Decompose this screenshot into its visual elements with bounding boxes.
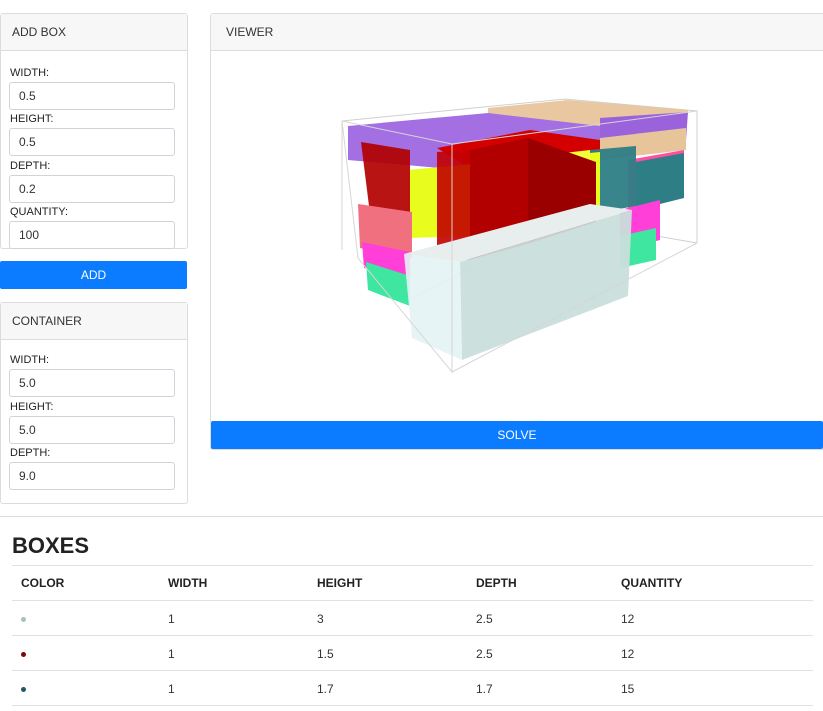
cell-depth: 2.5 xyxy=(476,612,493,626)
add-box-height-input[interactable] xyxy=(9,128,175,156)
cell-quantity: 15 xyxy=(621,682,635,696)
color-swatch xyxy=(21,652,26,657)
col-header-height: HEIGHT xyxy=(317,576,363,590)
add-box-width-input[interactable] xyxy=(9,82,175,110)
container-panel: CONTAINER WIDTH: HEIGHT: DEPTH: xyxy=(0,302,188,504)
cell-width: 1 xyxy=(168,647,175,661)
add-box-panel: ADD BOX WIDTH: HEIGHT: DEPTH: QUANTITY: xyxy=(0,13,188,249)
container-depth-label: DEPTH: xyxy=(10,447,51,459)
cell-quantity: 12 xyxy=(621,612,635,626)
cell-width: 1 xyxy=(168,612,175,626)
boxes-title: BOXES xyxy=(12,533,90,558)
table-row-divider xyxy=(12,705,813,706)
container-width-label: WIDTH: xyxy=(10,354,50,366)
cell-quantity: 12 xyxy=(621,647,635,661)
solve-button[interactable]: SOLVE xyxy=(211,421,823,449)
container-title: CONTAINER xyxy=(1,303,187,340)
3d-viewer-canvas[interactable] xyxy=(211,51,823,419)
color-swatch xyxy=(21,617,26,622)
container-depth-input[interactable] xyxy=(9,462,175,490)
container-width-input[interactable] xyxy=(9,369,175,397)
add-box-quantity-input[interactable] xyxy=(9,221,175,249)
add-box-depth-label: DEPTH: xyxy=(10,160,51,172)
container-height-input[interactable] xyxy=(9,416,175,444)
cell-width: 1 xyxy=(168,682,175,696)
col-header-color: COLOR xyxy=(21,576,65,590)
table-top-border xyxy=(12,565,813,566)
cell-depth: 2.5 xyxy=(476,647,493,661)
header-divider xyxy=(12,600,813,601)
container-height-label: HEIGHT: xyxy=(10,401,54,413)
viewer-title: VIEWER xyxy=(211,14,823,51)
add-box-height-label: HEIGHT: xyxy=(10,113,54,125)
cell-depth: 1.7 xyxy=(476,682,493,696)
light-box-side xyxy=(404,254,462,360)
cell-height: 3 xyxy=(317,612,324,626)
col-header-depth: DEPTH xyxy=(476,576,517,590)
color-swatch xyxy=(21,687,26,692)
add-box-quantity-label: QUANTITY: xyxy=(10,206,69,218)
cell-height: 1.5 xyxy=(317,647,334,661)
cell-height: 1.7 xyxy=(317,682,334,696)
section-divider xyxy=(0,516,823,517)
add-box-width-label: WIDTH: xyxy=(10,67,50,79)
add-box-depth-input[interactable] xyxy=(9,175,175,203)
table-row-divider xyxy=(12,635,813,636)
add-button[interactable]: ADD xyxy=(0,261,187,289)
table-row-divider xyxy=(12,670,813,671)
add-box-title: ADD BOX xyxy=(1,14,187,51)
col-header-width: WIDTH xyxy=(168,576,208,590)
col-header-quantity: QUANTITY xyxy=(621,576,683,590)
